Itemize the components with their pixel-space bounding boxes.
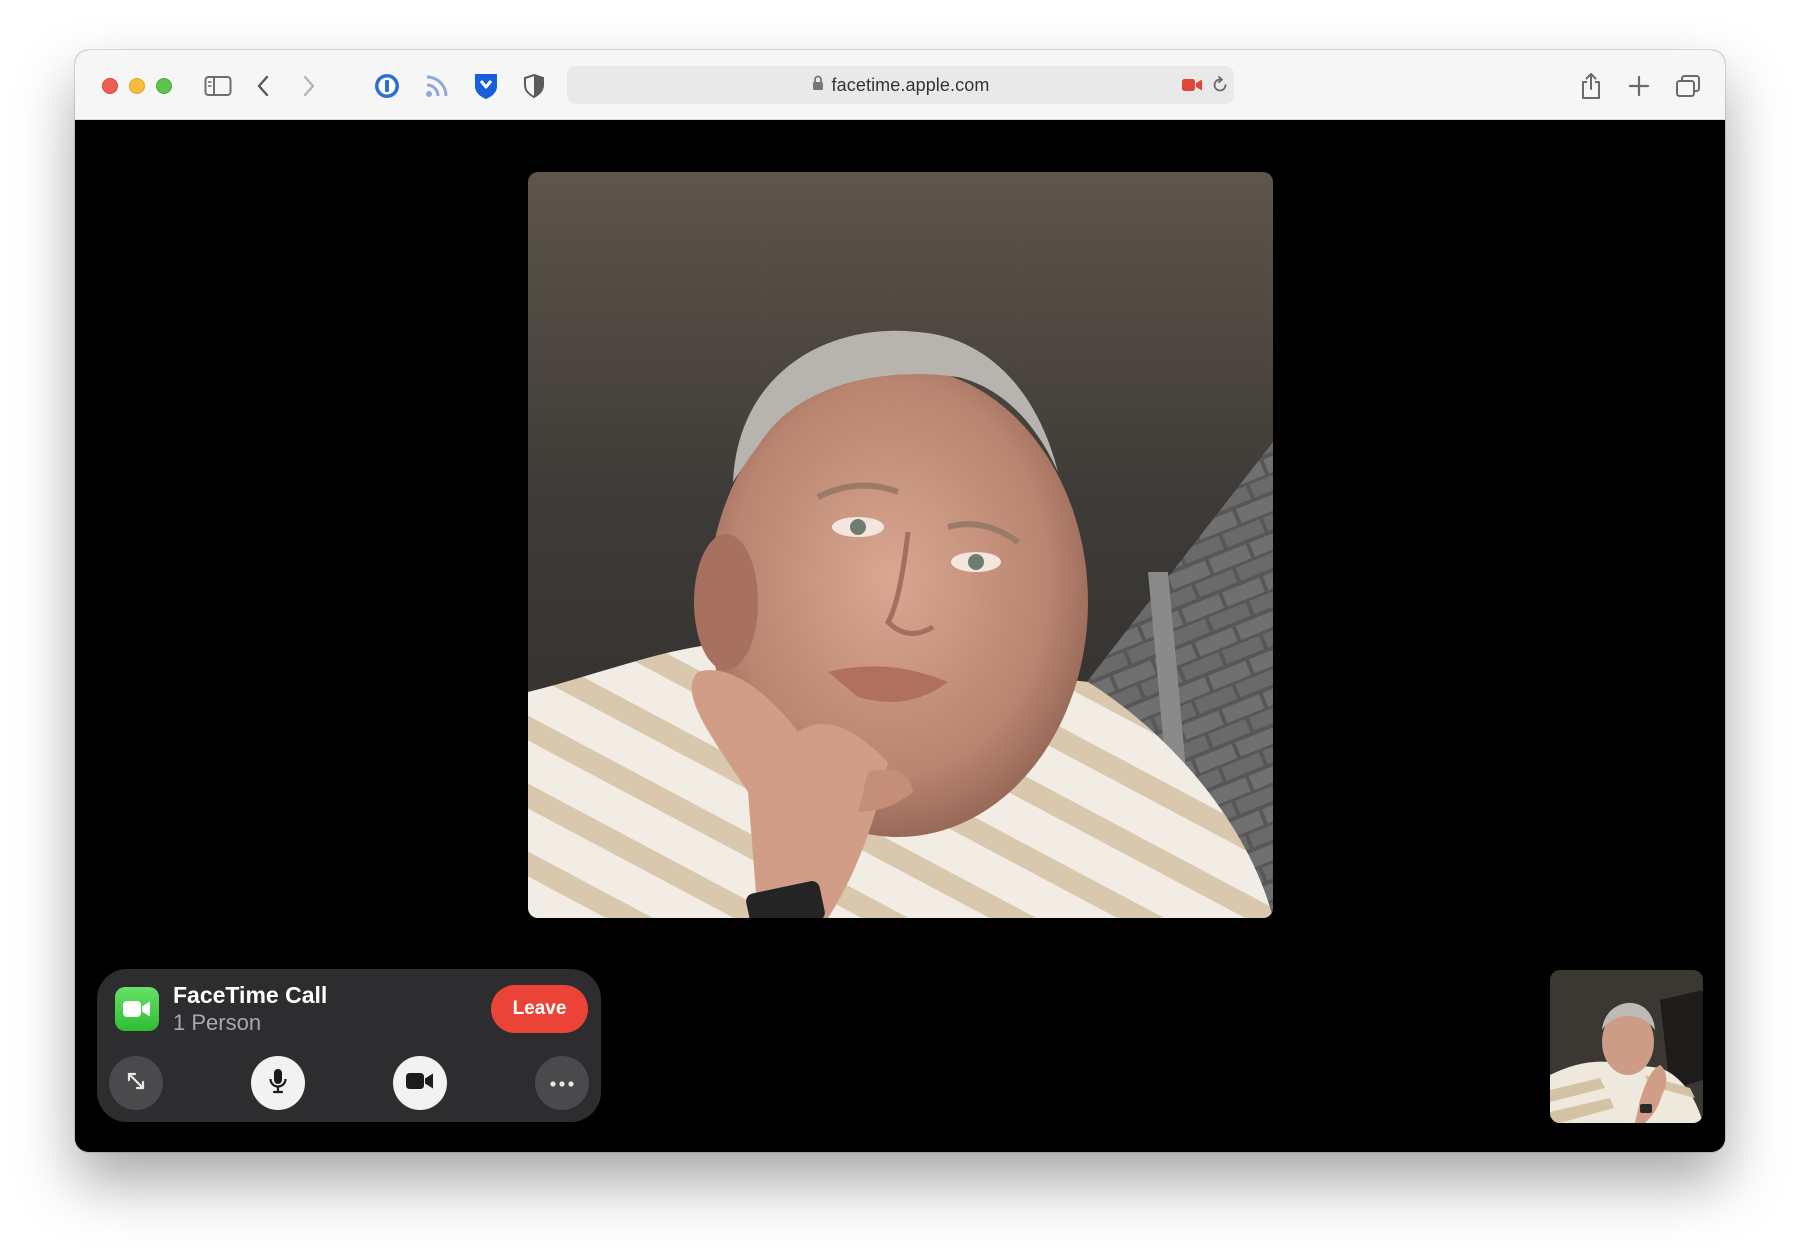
camera-in-use-icon[interactable] [1181, 75, 1203, 95]
more-icon [550, 1074, 574, 1092]
fullscreen-icon [124, 1069, 148, 1098]
address-bar[interactable]: facetime.apple.com [567, 66, 1234, 104]
1password-icon[interactable] [371, 70, 403, 102]
minimize-window-button[interactable] [129, 78, 145, 94]
reload-icon[interactable] [1209, 75, 1231, 95]
lock-icon [812, 75, 824, 96]
self-view-video[interactable] [1550, 970, 1703, 1123]
bitwarden-icon[interactable] [470, 70, 502, 102]
mute-button[interactable] [251, 1056, 305, 1110]
remote-participant-video[interactable] [528, 172, 1273, 918]
camera-toggle-button[interactable] [393, 1056, 447, 1110]
new-tab-icon[interactable] [1623, 70, 1655, 102]
forward-icon[interactable] [293, 70, 325, 102]
browser-toolbar: facetime.apple.com [75, 50, 1725, 120]
zoom-window-button[interactable] [156, 78, 172, 94]
browser-window: facetime.apple.com FaceTime Call 1 Perso… [75, 50, 1725, 1152]
facetime-stage: FaceTime Call 1 Person Leave [75, 121, 1725, 1152]
privacy-shield-icon[interactable] [518, 70, 550, 102]
leave-button[interactable]: Leave [491, 985, 588, 1033]
call-controls-panel: FaceTime Call 1 Person Leave [97, 969, 601, 1122]
url-text: facetime.apple.com [831, 74, 990, 95]
close-window-button[interactable] [102, 78, 118, 94]
share-icon[interactable] [1575, 70, 1607, 102]
back-icon[interactable] [247, 70, 279, 102]
call-title: FaceTime Call [173, 982, 328, 1008]
participant-count: 1 Person [173, 1010, 262, 1035]
sidebar-icon[interactable] [202, 70, 234, 102]
more-options-button[interactable] [535, 1056, 589, 1110]
facetime-app-icon [115, 987, 159, 1031]
camera-icon [405, 1071, 435, 1096]
tab-overview-icon[interactable] [1672, 70, 1704, 102]
rss-icon[interactable] [421, 70, 453, 102]
fullscreen-button[interactable] [109, 1056, 163, 1110]
microphone-icon [268, 1067, 288, 1100]
